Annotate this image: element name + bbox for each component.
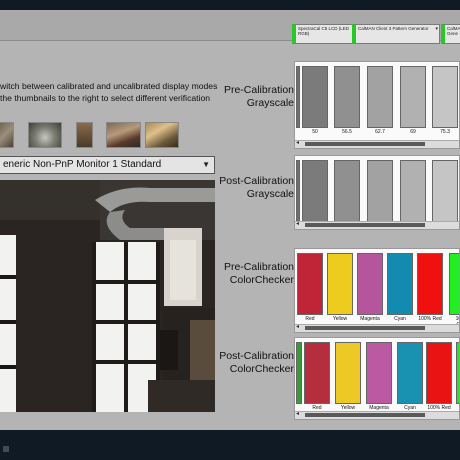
swatch-panel: RedYellowMagentaCyan100% Red100% Gree◂ — [294, 248, 460, 333]
swatch-label: Magenta — [360, 316, 380, 322]
pattern-generator-selector[interactable]: CalMAN Client 3 Pattern Generator ▾ — [352, 24, 440, 44]
swatch — [334, 160, 360, 222]
scrollbar-thumb[interactable] — [305, 326, 425, 330]
section-title: Pre-Calibration ColorChecker — [178, 261, 294, 287]
swatch — [367, 160, 393, 222]
panel-scrollbar[interactable]: ◂ — [295, 140, 459, 148]
section-title: Post-Calibration ColorChecker — [178, 350, 294, 376]
panel-scrollbar[interactable]: ◂ — [295, 324, 459, 332]
scrollbar-thumb[interactable] — [305, 142, 425, 146]
swatch — [449, 253, 459, 315]
swatch-label: 56.5 — [342, 129, 352, 135]
swatch — [432, 160, 458, 222]
swatch — [357, 253, 383, 315]
scrollbar-thumb[interactable] — [305, 223, 425, 227]
swatch — [296, 66, 300, 128]
preview-image — [0, 180, 215, 412]
second-generator-label: CalMA Gene — [447, 26, 460, 36]
thumbnail-2[interactable] — [28, 122, 62, 148]
thumbnail-1[interactable] — [0, 122, 14, 148]
panel-scrollbar[interactable]: ◂ — [295, 411, 459, 419]
second-generator-selector[interactable]: CalMA Gene — [441, 24, 460, 44]
section-title-line-1: Pre-Calibration — [223, 84, 294, 96]
swatch — [426, 342, 452, 404]
swatch — [296, 342, 302, 404]
swatch-label: Red — [305, 316, 315, 322]
swatch-label: 69 — [410, 129, 416, 135]
swatch-label: 100% Red — [418, 316, 442, 322]
scroll-left-icon[interactable]: ◂ — [296, 220, 299, 227]
panel-scrollbar[interactable]: ◂ — [295, 221, 459, 229]
swatch — [296, 160, 300, 222]
meter-device-selector[interactable]: SpectraCal C5 LCD (LED RGB) ▾ — [292, 24, 357, 44]
meter-device-label: SpectraCal C5 LCD (LED RGB) — [298, 26, 350, 36]
device-toolbar: SpectraCal C5 LCD (LED RGB) ▾ CalMAN Cli… — [0, 10, 460, 44]
swatch-label: 50 — [312, 129, 318, 135]
swatch — [366, 342, 392, 404]
chevron-down-icon: ▼ — [202, 160, 210, 169]
thumbnail-4[interactable] — [106, 122, 141, 148]
scroll-left-icon[interactable]: ◂ — [296, 139, 299, 146]
swatch-panel: Red Yellow Magenta Cyan 100% Red ◂ — [294, 337, 460, 420]
swatch-panel: 5056.562.76975.3◂ — [294, 155, 460, 230]
taskbar — [0, 430, 460, 460]
swatch — [334, 66, 360, 128]
section-title: Post-Calibration Grayscale — [178, 175, 294, 201]
swatch — [297, 253, 323, 315]
section-title-line-2: ColorChecker — [229, 363, 294, 375]
thumbnail-3[interactable] — [76, 122, 93, 148]
scrollbar-thumb[interactable] — [305, 413, 425, 417]
scroll-left-icon[interactable]: ◂ — [296, 323, 299, 330]
pattern-generator-label: CalMAN Client 3 Pattern Generator — [358, 26, 429, 31]
swatch — [304, 342, 330, 404]
swatch — [302, 66, 328, 128]
title-bar — [0, 0, 460, 10]
swatch-label: 75.3 — [440, 129, 450, 135]
chevron-down-icon: ▾ — [435, 26, 438, 32]
swatch — [302, 160, 328, 222]
swatch — [400, 160, 426, 222]
monitor-profile-select[interactable]: eneric Non-PnP Monitor 1 Standard ▼ — [0, 156, 215, 174]
swatch — [417, 253, 443, 315]
scroll-left-icon[interactable]: ◂ — [296, 410, 299, 417]
section-title-line-1: Post-Calibration — [219, 175, 294, 187]
swatch — [432, 66, 458, 128]
swatch — [397, 342, 423, 404]
swatch — [387, 253, 413, 315]
monitor-profile-value: eneric Non-PnP Monitor 1 Standard — [3, 159, 162, 170]
swatch — [335, 342, 361, 404]
swatch-label: Cyan — [394, 316, 406, 322]
section-title-line-1: Pre-Calibration — [223, 261, 294, 273]
section-title-line-1: Post-Calibration — [219, 350, 294, 362]
swatch — [327, 253, 353, 315]
swatch — [456, 342, 459, 404]
swatch-panel: 50 56.5 62.7 69 75.3 ◂ — [294, 61, 460, 149]
swatch — [367, 66, 393, 128]
swatch-label: Yellow — [332, 316, 348, 322]
thumbnail-5[interactable] — [145, 122, 179, 148]
swatch — [400, 66, 426, 128]
section-title: Pre-Calibration Grayscale — [178, 84, 294, 110]
section-title-line-2: Grayscale — [246, 97, 294, 109]
section-title-line-2: Grayscale — [246, 188, 294, 200]
section-title-line-2: ColorChecker — [229, 274, 294, 286]
app-icon[interactable] — [3, 446, 9, 452]
swatch-label: 62.7 — [375, 129, 385, 135]
